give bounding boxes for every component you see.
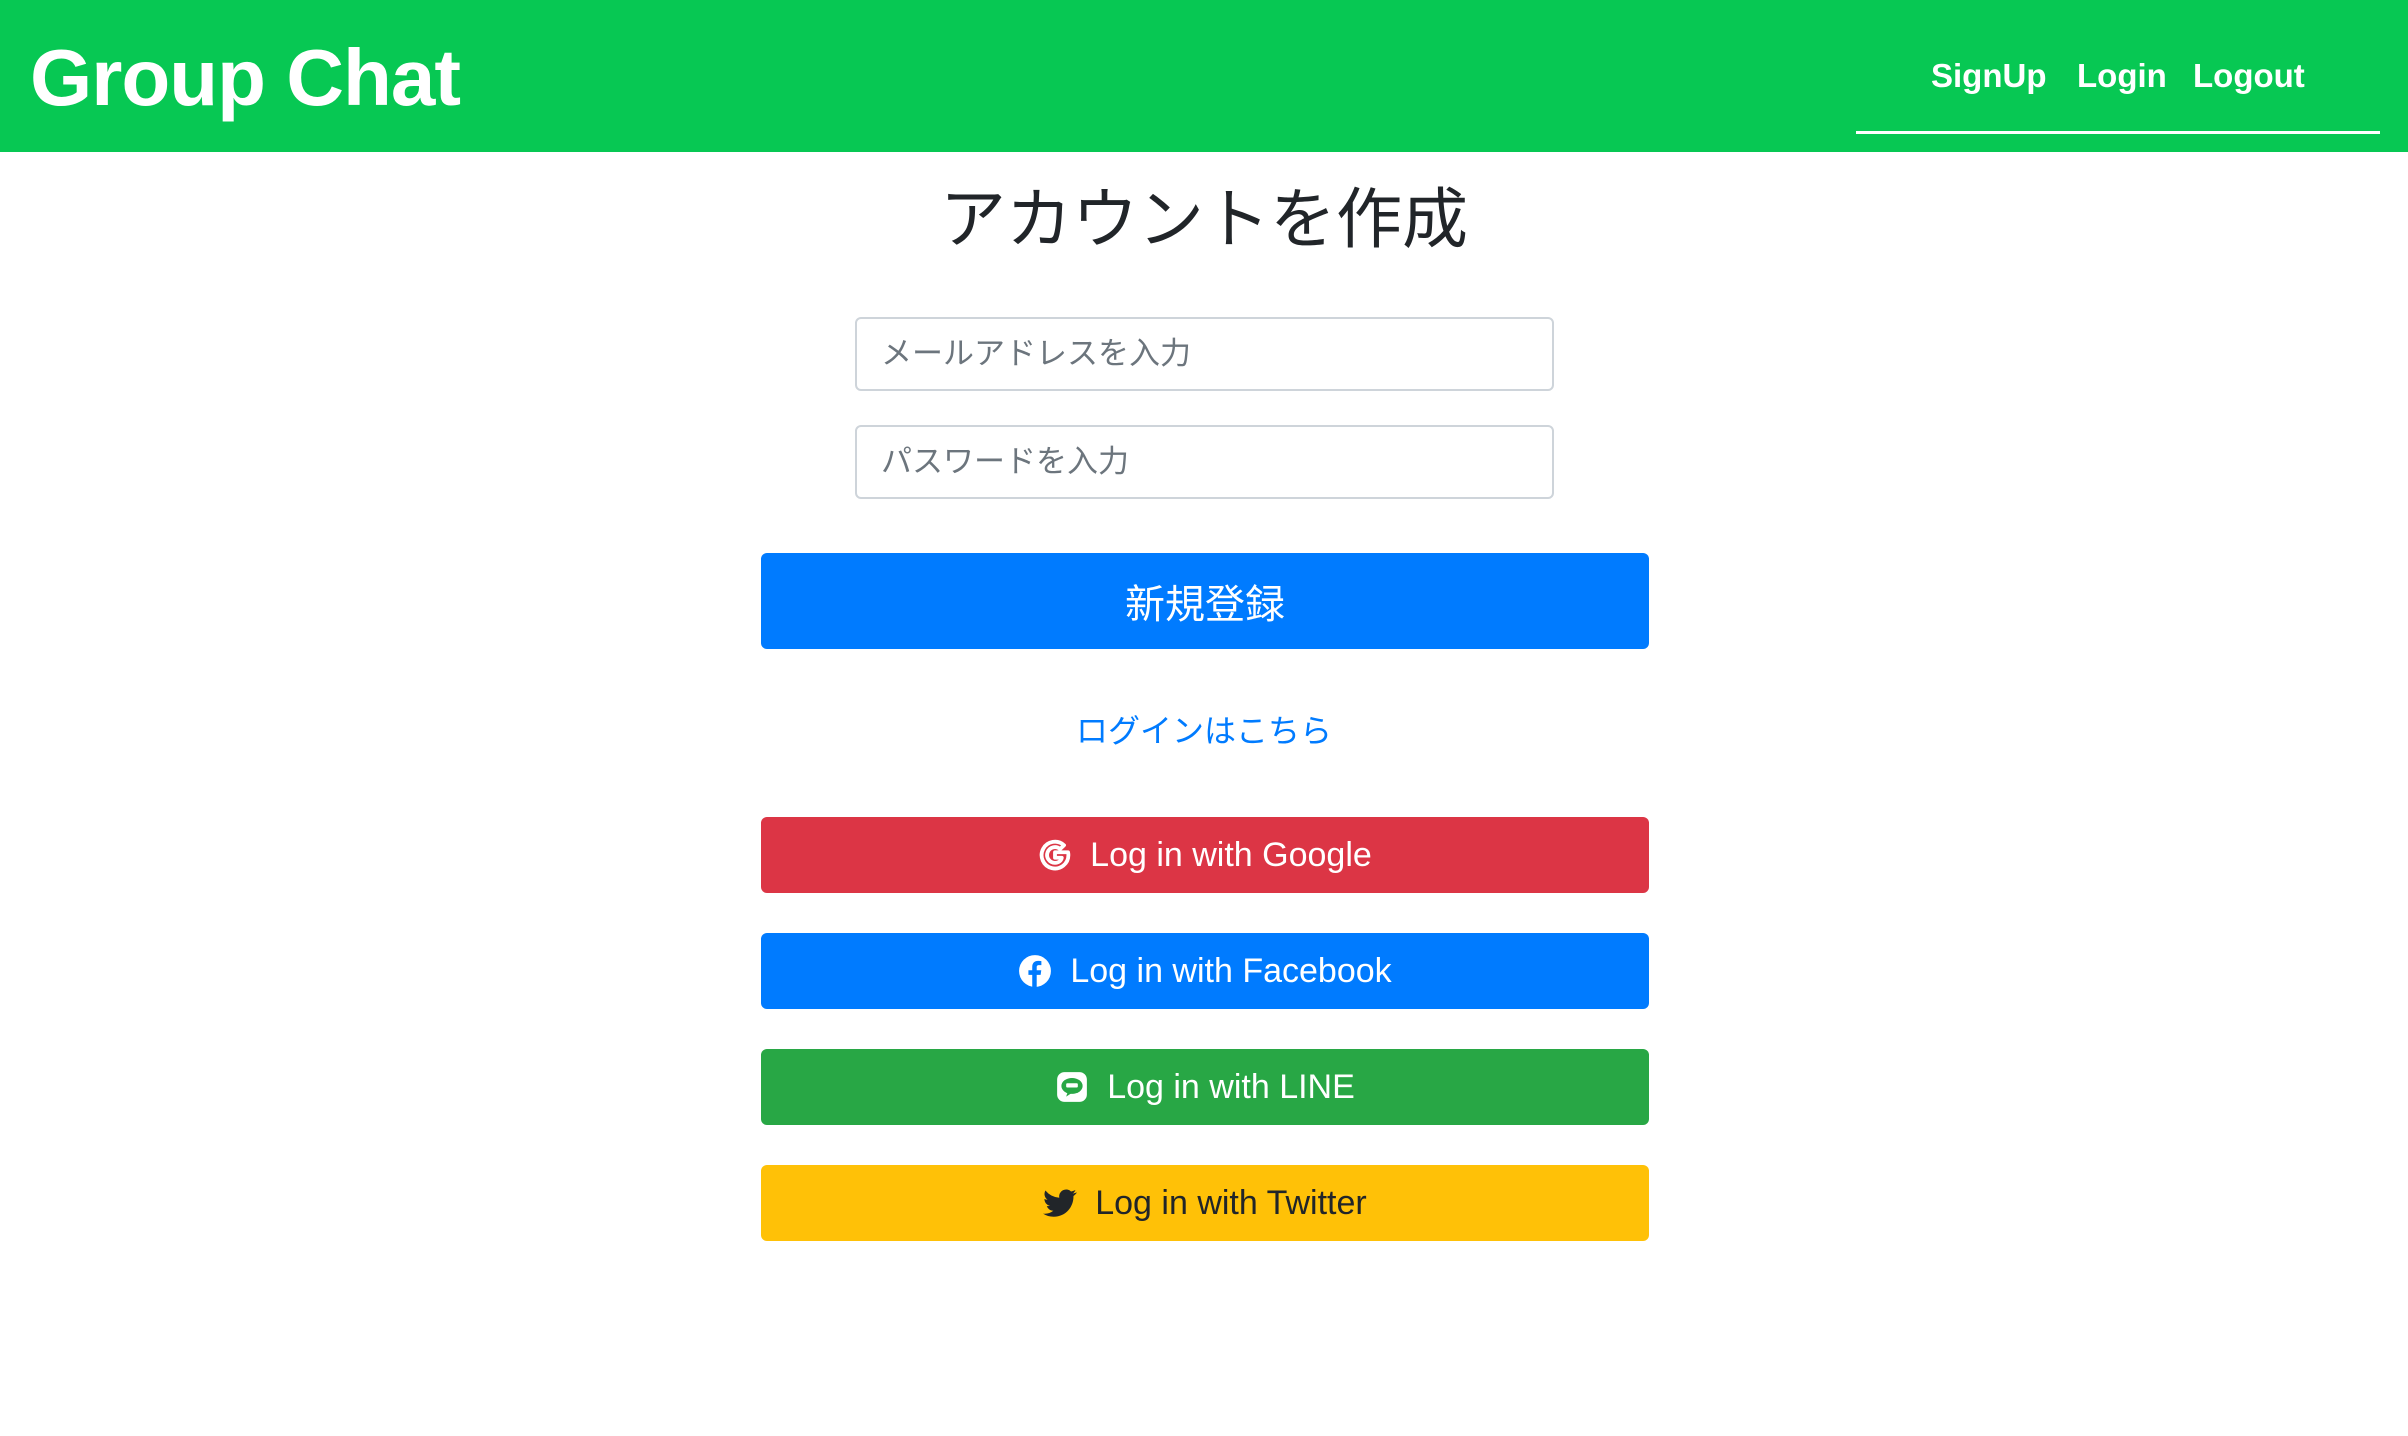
google-icon bbox=[1038, 838, 1072, 872]
email-field[interactable] bbox=[855, 317, 1554, 391]
twitter-login-label: Log in with Twitter bbox=[1095, 1183, 1367, 1222]
line-icon bbox=[1055, 1070, 1089, 1104]
twitter-icon bbox=[1043, 1186, 1078, 1220]
twitter-login-button[interactable]: Log in with Twitter bbox=[761, 1165, 1649, 1241]
facebook-login-button[interactable]: Log in with Facebook bbox=[761, 933, 1649, 1009]
nav-divider bbox=[1856, 131, 2380, 134]
nav-login-link[interactable]: Login bbox=[2077, 50, 2167, 102]
password-field[interactable] bbox=[855, 425, 1554, 499]
google-login-label: Log in with Google bbox=[1090, 835, 1372, 874]
register-button-label: 新規登録 bbox=[1125, 582, 1285, 628]
register-button[interactable]: 新規登録 bbox=[761, 553, 1649, 649]
facebook-icon bbox=[1018, 954, 1052, 988]
google-login-button[interactable]: Log in with Google bbox=[761, 817, 1649, 893]
facebook-login-label: Log in with Facebook bbox=[1070, 951, 1392, 990]
page-title: アカウントを作成 bbox=[940, 181, 1468, 258]
navbar: Group Chat SignUp Login Logout bbox=[0, 0, 2408, 152]
nav-logout-link[interactable]: Logout bbox=[2193, 50, 2305, 102]
line-login-label: Log in with LINE bbox=[1107, 1067, 1355, 1106]
brand-logo[interactable]: Group Chat bbox=[30, 30, 461, 126]
line-login-button[interactable]: Log in with LINE bbox=[761, 1049, 1649, 1125]
nav-signup-link[interactable]: SignUp bbox=[1931, 50, 2046, 102]
login-link[interactable]: ログインはこちら bbox=[0, 706, 2408, 756]
